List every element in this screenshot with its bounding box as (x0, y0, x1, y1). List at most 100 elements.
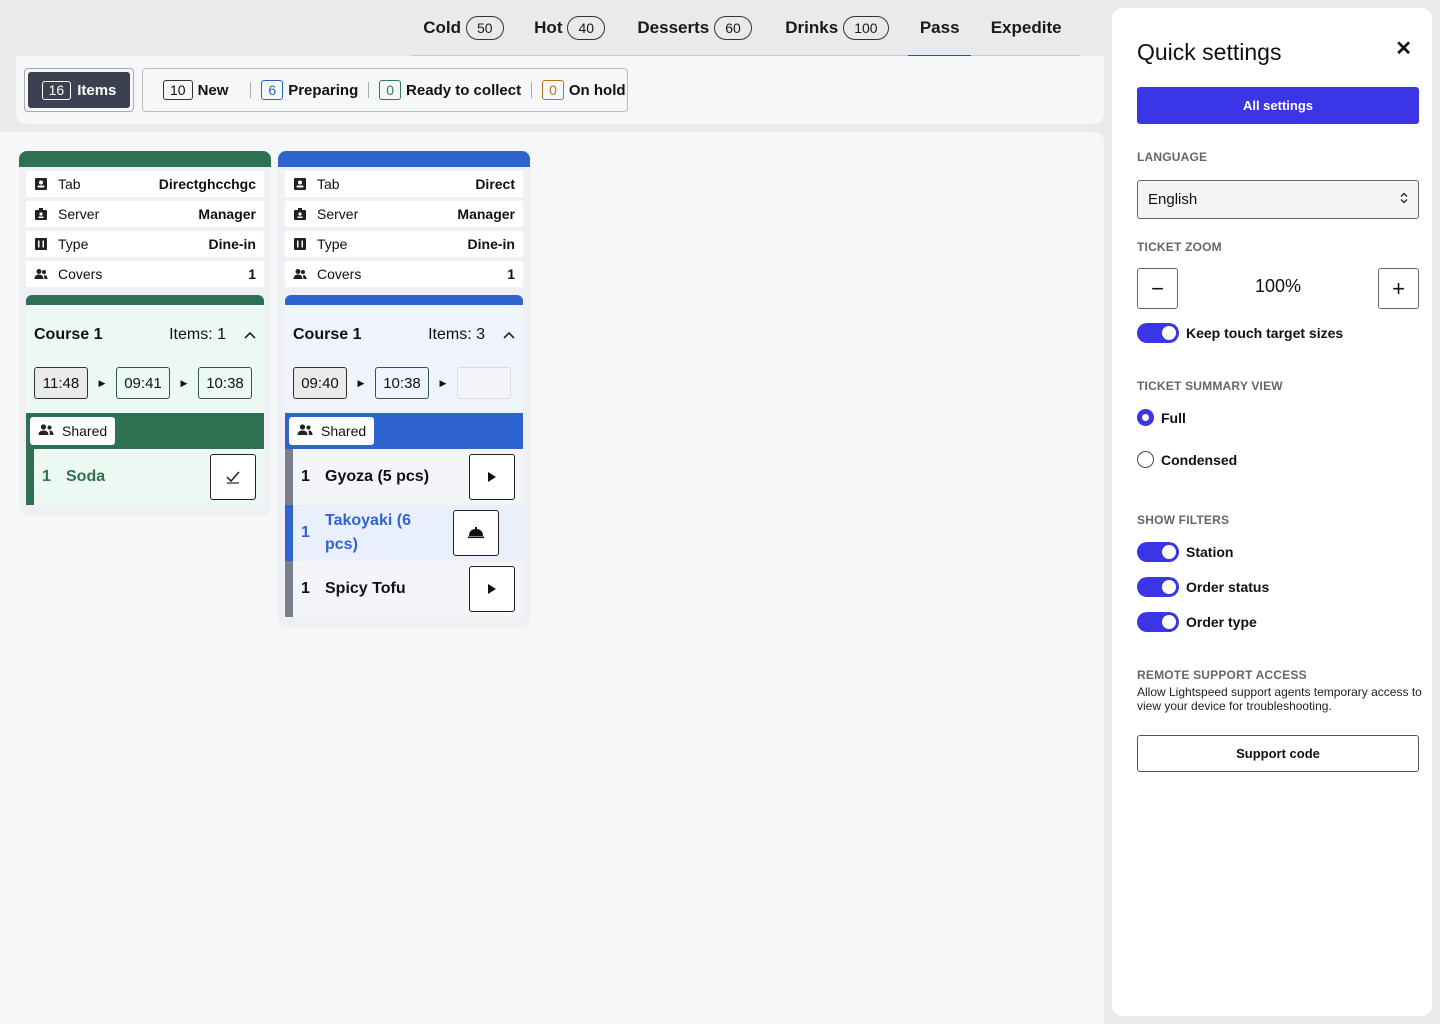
tab-desserts[interactable]: Desserts 60 (623, 0, 765, 56)
cutlery-icon (293, 237, 307, 251)
keep-touch-toggle[interactable] (1137, 323, 1179, 343)
radio-selected[interactable] (1137, 409, 1154, 426)
zoom-out-button[interactable]: − (1137, 268, 1178, 309)
order-item[interactable]: 1 Gyoza (5 pcs) (285, 449, 523, 505)
play-icon[interactable] (469, 566, 515, 612)
radio-label: Condensed (1161, 451, 1238, 468)
quick-settings-panel: Quick settings ✕ All settings LANGUAGE E… (1112, 8, 1432, 1016)
badge-icon (293, 207, 307, 221)
ticket-covers-row: Covers 1 (26, 261, 264, 287)
time-chip: 11:48 (34, 367, 88, 399)
close-icon[interactable]: ✕ (1395, 36, 1412, 61)
tab-label: Expedite (990, 18, 1062, 37)
time-chip (457, 367, 511, 399)
arrow-right-icon: ▶ (357, 377, 365, 388)
time-chip: 10:38 (198, 367, 252, 399)
shared-bar: Shared (26, 413, 264, 449)
order-type-filter-row[interactable]: Order type (1137, 612, 1257, 632)
zoom-in-button[interactable]: + (1378, 268, 1419, 309)
course-header[interactable]: Course 1 Items: 1 (26, 305, 264, 365)
course-times: 09:40 ▶ 10:38 ▶ (285, 365, 523, 401)
ticket-header-bar (19, 151, 271, 167)
station-filter-row[interactable]: Station (1137, 542, 1233, 562)
ticket-card[interactable]: Tab Directghcchgc Server Manager Type Di… (19, 151, 271, 515)
ticket-type-row: Type Dine-in (26, 231, 264, 257)
status-count: 6 (261, 80, 284, 100)
info-label: Type (317, 236, 348, 252)
tab-expedite[interactable]: Expedite (971, 0, 1081, 56)
shared-bar: Shared (285, 413, 523, 449)
item-stripe (285, 505, 293, 561)
items-label: Items (77, 81, 117, 99)
item-name: Spicy Tofu (325, 580, 406, 597)
all-settings-button[interactable]: All settings (1137, 87, 1419, 124)
order-item[interactable]: 1 Spicy Tofu (285, 561, 523, 617)
status-label: On hold (568, 81, 626, 99)
info-label: Covers (317, 266, 362, 282)
badge-icon (34, 207, 48, 221)
tab-label: Cold (423, 18, 461, 37)
check-icon[interactable] (210, 454, 256, 500)
support-code-button[interactable]: Support code (1137, 735, 1419, 772)
shared-label: Shared (321, 423, 367, 439)
status-filter-group: 10 New 6 Preparing 0 Ready to collect 0 On h… (142, 68, 628, 112)
status-preparing[interactable]: 6 Preparing (261, 80, 358, 100)
language-select[interactable]: English (1137, 180, 1419, 219)
zoom-label: TICKET ZOOM (1137, 240, 1222, 254)
play-icon[interactable] (469, 454, 515, 500)
item-qty: 1 (42, 468, 51, 485)
tab-cold[interactable]: Cold 50 (411, 0, 516, 56)
order-item[interactable]: 1 Takoyaki (6 pcs) (285, 505, 523, 561)
shared-label: Shared (62, 423, 108, 439)
course-section: Course 1 Items: 3 09:40 ▶ 10:38 ▶ Shared… (285, 295, 523, 617)
course-title: Course 1 (34, 326, 103, 343)
order-type-toggle[interactable] (1137, 612, 1179, 632)
order-status-filter-row[interactable]: Order status (1137, 577, 1269, 597)
items-filter-button[interactable]: 16 Items (24, 68, 134, 112)
cloche-icon[interactable] (453, 510, 499, 556)
people-icon (293, 267, 307, 281)
tab-count: 60 (714, 16, 752, 40)
remote-support-label: REMOTE SUPPORT ACCESS (1137, 668, 1307, 682)
tab-count: 40 (567, 16, 606, 40)
keep-touch-toggle-row[interactable]: Keep touch target sizes (1137, 323, 1343, 343)
status-ready[interactable]: 0 Ready to collect (379, 80, 521, 100)
item-name: Gyoza (5 pcs) (325, 468, 430, 485)
minus-icon: − (1151, 275, 1164, 301)
tab-drinks[interactable]: Drinks 100 (766, 0, 908, 56)
tab-pass[interactable]: Pass (908, 0, 972, 57)
status-new[interactable]: 10 New (163, 80, 228, 100)
course-items-count: Items: 3 (428, 326, 485, 343)
station-toggle[interactable] (1137, 542, 1179, 562)
course-items-count: Items: 1 (169, 326, 226, 343)
item-stripe (285, 449, 293, 505)
shared-pill: Shared (289, 417, 375, 445)
status-label: New (197, 81, 229, 99)
ticket-covers-row: Covers 1 (285, 261, 523, 287)
tab-label: Hot (534, 18, 563, 37)
info-value: Dine-in (208, 236, 256, 252)
course-title: Course 1 (293, 326, 362, 343)
plus-icon: + (1392, 275, 1405, 301)
ticket-tab-row: Tab Directghcchgc (26, 171, 264, 197)
order-status-toggle[interactable] (1137, 577, 1179, 597)
ticket-card[interactable]: Tab Direct Server Manager Type Dine-in C… (278, 151, 530, 627)
divider (531, 82, 533, 98)
status-on-hold[interactable]: 0 On hold (542, 80, 626, 100)
order-item[interactable]: 1 Soda (26, 449, 264, 505)
status-count: 0 (542, 80, 564, 100)
item-qty: 1 (301, 524, 310, 541)
tab-hot[interactable]: Hot 40 (516, 0, 624, 56)
zoom-value: 100% (1254, 276, 1302, 296)
summary-full-option[interactable]: Full (1137, 409, 1186, 426)
radio-unselected[interactable] (1137, 451, 1154, 468)
people-icon (297, 423, 313, 439)
course-header[interactable]: Course 1 Items: 3 (285, 305, 523, 365)
item-qty: 1 (301, 468, 310, 485)
summary-condensed-option[interactable]: Condensed (1137, 451, 1237, 468)
tab-label: Desserts (637, 18, 710, 37)
time-chip: 09:41 (116, 367, 170, 399)
chevron-up-icon[interactable] (503, 326, 515, 344)
chevron-up-icon[interactable] (244, 326, 256, 344)
people-icon (38, 423, 54, 439)
